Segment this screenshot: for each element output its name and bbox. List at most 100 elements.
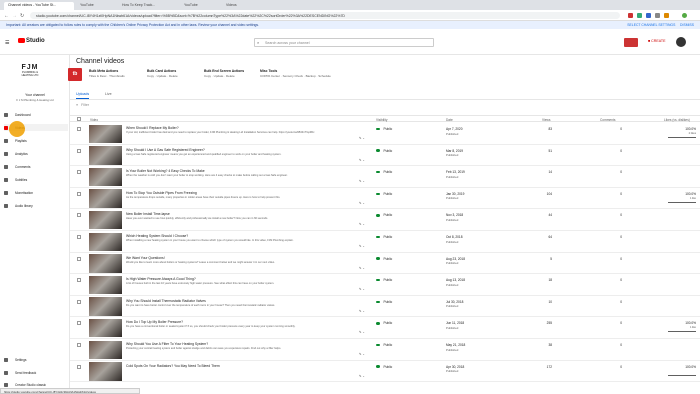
row-tools[interactable]: ✎ ⌄ bbox=[359, 352, 365, 356]
video-title[interactable]: Cold Spots On Your Radiators? You May Ne… bbox=[126, 364, 356, 368]
row-checkbox[interactable] bbox=[77, 256, 81, 261]
browser-tab[interactable]: YouTube bbox=[76, 2, 116, 10]
sidebar-item-creator-studio-classic[interactable]: Creator Studio classic bbox=[4, 381, 68, 388]
visibility-cell[interactable]: Public bbox=[376, 321, 392, 325]
row-tools[interactable]: ✎ ⌄ bbox=[359, 374, 365, 378]
video-thumbnail[interactable] bbox=[89, 254, 122, 273]
table-row[interactable]: New Boiler Install Time-lapse Have you ev… bbox=[70, 209, 700, 231]
browser-tab[interactable]: How To Keep Track... bbox=[118, 2, 178, 10]
select-all-checkbox[interactable] bbox=[77, 117, 81, 122]
table-row[interactable]: Which Heating System Should I Choose? Whe… bbox=[70, 231, 700, 253]
browser-tab[interactable]: YouTube bbox=[180, 2, 220, 10]
table-row[interactable]: When Should I Replace My Boiler? If your … bbox=[70, 123, 700, 145]
extension-icon[interactable] bbox=[655, 13, 660, 18]
search-input[interactable]: Search across your channel bbox=[254, 38, 434, 47]
video-thumbnail[interactable] bbox=[89, 340, 122, 359]
column-comments[interactable]: Comments bbox=[600, 118, 615, 122]
reload-icon[interactable]: ↻ bbox=[20, 13, 24, 19]
row-tools[interactable]: ✎ ⌄ bbox=[359, 266, 365, 270]
row-checkbox[interactable] bbox=[77, 148, 81, 153]
video-thumbnail[interactable] bbox=[89, 124, 122, 143]
tool-group-links[interactable]: Titles & Desc · Thumbnails bbox=[89, 74, 125, 78]
create-button[interactable]: ■ CREATE bbox=[648, 39, 665, 43]
visibility-cell[interactable]: Public bbox=[376, 300, 392, 304]
tab-live[interactable]: Live bbox=[105, 92, 112, 96]
extension-icon[interactable] bbox=[628, 13, 633, 18]
browser-tab-active[interactable]: Channel videos - YouTube St... bbox=[4, 2, 74, 10]
row-tools[interactable]: ✎ ⌄ bbox=[359, 287, 365, 291]
chevron-down-icon[interactable]: ⌄ bbox=[362, 266, 365, 270]
video-title[interactable]: How To Stop You Outside Pipes From Freez… bbox=[126, 191, 356, 195]
table-row[interactable]: Why Should I Use A Gas Safe Registered E… bbox=[70, 145, 700, 167]
extension-icon[interactable] bbox=[664, 13, 669, 18]
video-title[interactable]: We Want Your Questions! bbox=[126, 256, 356, 260]
column-date[interactable]: Date bbox=[446, 118, 453, 122]
menu-icon[interactable]: ☰ bbox=[5, 40, 9, 46]
video-title[interactable]: Why You Should Install Thermostatic Radi… bbox=[126, 299, 356, 303]
chevron-down-icon[interactable]: ⌄ bbox=[362, 244, 365, 248]
video-title[interactable]: Why Should You Use A Filter To Your Heat… bbox=[126, 342, 356, 346]
tool-group-links[interactable]: Copy · Update · Delete bbox=[147, 74, 178, 78]
table-row[interactable]: How Do I Top Up My Boiler Pressure? Do yo… bbox=[70, 317, 700, 339]
row-checkbox[interactable] bbox=[77, 343, 81, 347]
row-checkbox[interactable] bbox=[77, 278, 81, 283]
column-likes[interactable]: Likes (vs. dislikes) bbox=[664, 118, 690, 122]
tool-group-links[interactable]: COPPA Center · Sensory Check · Backup · … bbox=[260, 74, 331, 78]
visibility-cell[interactable]: Public bbox=[376, 127, 392, 131]
video-thumbnail[interactable] bbox=[89, 189, 122, 208]
table-row[interactable]: Is High Water Pressure Always A Good Thi… bbox=[70, 274, 700, 296]
tool-group-links[interactable]: Copy · Update · Delete bbox=[204, 74, 244, 78]
chevron-down-icon[interactable]: ⌄ bbox=[362, 136, 365, 140]
column-views[interactable]: Views bbox=[542, 118, 550, 122]
tab-uploads[interactable]: Uploads bbox=[76, 92, 90, 99]
studio-logo[interactable]: Studio bbox=[18, 38, 45, 44]
back-icon[interactable]: ← bbox=[4, 13, 9, 19]
video-thumbnail[interactable] bbox=[89, 232, 122, 251]
table-row[interactable]: Why You Should Install Thermostatic Radi… bbox=[70, 296, 700, 318]
tubebuddy-icon[interactable] bbox=[624, 38, 638, 47]
row-tools[interactable]: ✎ ⌄ bbox=[359, 179, 365, 183]
video-thumbnail[interactable] bbox=[89, 210, 122, 230]
sidebar-item-settings[interactable]: Settings bbox=[4, 356, 68, 363]
sidebar-item-comments[interactable]: Comments bbox=[4, 163, 68, 170]
table-row[interactable]: We Want Your Questions! Would you like to… bbox=[70, 253, 700, 275]
sidebar-item-audio-library[interactable]: Audio library bbox=[4, 202, 68, 209]
visibility-cell[interactable]: Public bbox=[376, 149, 392, 153]
visibility-cell[interactable]: Public bbox=[376, 365, 392, 369]
video-title[interactable]: How Do I Top Up My Boiler Pressure? bbox=[126, 320, 356, 324]
video-thumbnail[interactable] bbox=[89, 146, 122, 165]
sidebar-item-monetisation[interactable]: Monetisation bbox=[4, 189, 68, 196]
table-row[interactable]: Cold Spots On Your Radiators? You May Ne… bbox=[70, 361, 700, 383]
profile-icon[interactable] bbox=[682, 13, 687, 18]
row-tools[interactable]: ✎ ⌄ bbox=[359, 201, 365, 205]
visibility-cell[interactable]: Public bbox=[376, 192, 392, 196]
browser-tab[interactable]: Videos bbox=[222, 2, 262, 10]
row-tools[interactable]: ✎ ⌄ bbox=[359, 136, 365, 140]
channel-avatar[interactable]: FJM PLUMBING & HEATING LTD bbox=[16, 64, 44, 86]
video-title[interactable]: New Boiler Install Time-lapse bbox=[126, 212, 356, 216]
video-thumbnail[interactable] bbox=[89, 297, 122, 316]
extension-icon[interactable] bbox=[637, 13, 642, 18]
chevron-down-icon[interactable]: ⌄ bbox=[362, 352, 365, 356]
filter-input[interactable]: ≡ Filter bbox=[76, 103, 89, 107]
chevron-down-icon[interactable]: ⌄ bbox=[362, 330, 365, 334]
chevron-down-icon[interactable]: ⌄ bbox=[362, 158, 365, 162]
sidebar-item-send-feedback[interactable]: Send feedback bbox=[4, 369, 68, 376]
video-title[interactable]: Which Heating System Should I Choose? bbox=[126, 234, 356, 238]
table-row[interactable]: Why Should You Use A Filter To Your Heat… bbox=[70, 339, 700, 361]
video-thumbnail[interactable] bbox=[89, 167, 122, 187]
sidebar-item-analytics[interactable]: Analytics bbox=[4, 150, 68, 157]
row-tools[interactable]: ✎ ⌄ bbox=[359, 222, 365, 226]
chevron-down-icon[interactable]: ⌄ bbox=[362, 287, 365, 291]
visibility-cell[interactable]: Public bbox=[376, 213, 392, 217]
sidebar-item-subtitles[interactable]: Subtitles bbox=[4, 176, 68, 183]
visibility-cell[interactable]: Public bbox=[376, 257, 392, 261]
extension-icon[interactable] bbox=[646, 13, 651, 18]
sidebar-item-playlists[interactable]: Playlists bbox=[4, 137, 68, 144]
visibility-cell[interactable]: Public bbox=[376, 235, 392, 239]
chevron-down-icon[interactable]: ⌄ bbox=[362, 374, 365, 378]
chevron-down-icon[interactable]: ⌄ bbox=[362, 179, 365, 183]
row-tools[interactable]: ✎ ⌄ bbox=[359, 330, 365, 334]
visibility-cell[interactable]: Public bbox=[376, 343, 392, 347]
dismiss-button[interactable]: DISMISS bbox=[680, 23, 694, 27]
